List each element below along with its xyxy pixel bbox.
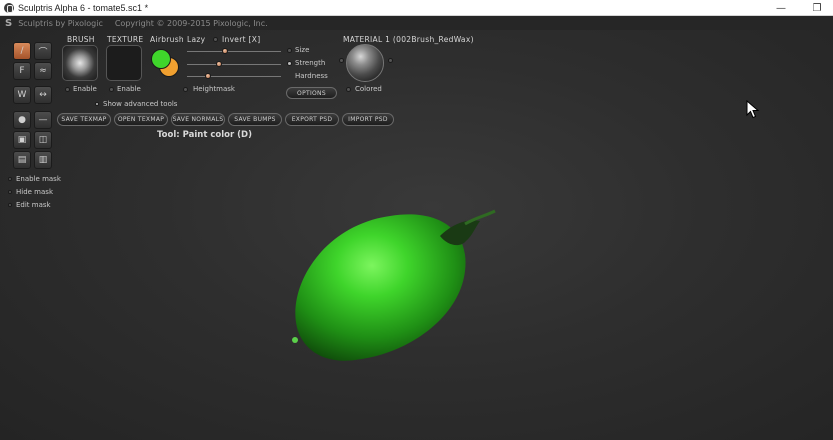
hardness-slider[interactable] xyxy=(187,73,281,79)
edit-mask-radio[interactable] xyxy=(8,203,12,207)
grab-tool-button[interactable]: ↔ xyxy=(34,86,52,104)
smooth-tool-button[interactable]: ≈ xyxy=(34,62,52,80)
hide-mask-label[interactable]: Hide mask xyxy=(16,188,53,196)
pinch-tool-button[interactable]: W xyxy=(13,86,31,104)
flip-tool-button[interactable]: ◫ xyxy=(34,131,52,149)
open-file-button[interactable]: ▤ xyxy=(13,151,31,169)
texture-enable-radio[interactable] xyxy=(109,87,114,92)
material-right-radio[interactable] xyxy=(388,58,393,63)
texture-enable-label: Enable xyxy=(117,85,141,93)
strength-label: Strength xyxy=(295,59,326,67)
tomato-mesh-model[interactable] xyxy=(280,196,520,376)
hide-mask-radio[interactable] xyxy=(8,190,12,194)
import-psd-button[interactable]: IMPORT PSD xyxy=(342,113,394,126)
save-texmap-button[interactable]: SAVE TEXMAP xyxy=(57,113,111,126)
app-name-label: Sculptris by Pixologic xyxy=(18,18,103,28)
brush-enable-label: Enable xyxy=(73,85,97,93)
copyright-label: Copyright © 2009-2015 Pixologic, Inc. xyxy=(114,18,268,28)
flip-icon: ◫ xyxy=(38,135,48,145)
sculptris-app-icon xyxy=(4,2,14,13)
draw-tool-button[interactable]: ∕ xyxy=(13,42,31,60)
crease-icon: ⌒ xyxy=(38,47,48,58)
enable-mask-radio[interactable] xyxy=(8,177,12,181)
paint-color-tool-button[interactable]: ● xyxy=(13,111,31,129)
primary-color-swatch[interactable] xyxy=(151,49,171,69)
heightmask-radio[interactable] xyxy=(183,87,188,92)
minimize-button[interactable]: — xyxy=(767,0,795,16)
bump-icon: — xyxy=(38,115,48,125)
save-normals-button[interactable]: SAVE NORMALS xyxy=(171,113,225,126)
material-left-radio[interactable] xyxy=(339,58,344,63)
mask-tool-button[interactable]: ▣ xyxy=(13,131,31,149)
texture-label: TEXTURE xyxy=(107,35,144,44)
open-texmap-button[interactable]: OPEN TEXMAP xyxy=(114,113,168,126)
sculpt-viewport[interactable]: S Sculptris by Pixologic Copyright © 200… xyxy=(0,16,833,440)
flatten-icon: F xyxy=(19,66,25,76)
colored-label: Colored xyxy=(355,85,382,93)
window-titlebar: Sculptris Alpha 6 - tomate5.sc1 * — ❐ xyxy=(0,0,833,16)
hardness-label: Hardness xyxy=(295,72,328,80)
show-advanced-label[interactable]: Show advanced tools xyxy=(103,100,177,108)
save-bumps-button[interactable]: SAVE BUMPS xyxy=(228,113,282,126)
texture-thumbnail[interactable] xyxy=(106,45,142,81)
lazy-label[interactable]: Lazy xyxy=(187,35,205,44)
current-tool-label: Tool: Paint color (D) xyxy=(157,130,252,140)
save-file-button[interactable]: ▥ xyxy=(34,151,52,169)
brush-thumbnail[interactable] xyxy=(62,45,98,81)
brush-enable-radio[interactable] xyxy=(65,87,70,92)
grab-icon: ↔ xyxy=(39,90,47,100)
material-sphere-thumbnail[interactable] xyxy=(346,44,384,82)
strength-slider-knob[interactable] xyxy=(216,61,223,67)
sculptris-logo-icon: S xyxy=(5,17,13,29)
edit-mask-label[interactable]: Edit mask xyxy=(16,201,51,209)
tomato-stem xyxy=(464,209,496,226)
tomato-tip xyxy=(292,337,298,343)
strength-slider[interactable] xyxy=(187,61,281,67)
window-title: Sculptris Alpha 6 - tomate5.sc1 * xyxy=(18,2,149,13)
show-advanced-radio[interactable] xyxy=(95,102,99,106)
pinch-icon: W xyxy=(17,90,27,100)
enable-mask-label[interactable]: Enable mask xyxy=(16,175,61,183)
invert-label[interactable]: Invert [X] xyxy=(222,35,260,44)
crease-tool-button[interactable]: ⌒ xyxy=(34,42,52,60)
brush-icon: ∕ xyxy=(20,46,24,56)
menu-strip: S Sculptris by Pixologic Copyright © 200… xyxy=(0,16,833,30)
colored-radio[interactable] xyxy=(346,87,351,92)
save-icon: ▥ xyxy=(38,155,48,165)
options-button[interactable]: OPTIONS xyxy=(286,87,337,99)
brush-label: BRUSH xyxy=(67,35,95,44)
tomato-body xyxy=(295,214,466,361)
mouse-pointer-icon xyxy=(746,100,760,119)
open-icon: ▤ xyxy=(17,155,27,165)
size-slider-knob[interactable] xyxy=(222,48,229,54)
hardness-slider-knob[interactable] xyxy=(204,73,211,79)
size-slider[interactable] xyxy=(187,48,281,54)
size-label: Size xyxy=(295,46,310,54)
strength-radio[interactable] xyxy=(287,61,292,66)
flatten-tool-button[interactable]: F xyxy=(13,62,31,80)
mask-icon: ▣ xyxy=(17,135,27,145)
invert-radio[interactable] xyxy=(213,37,218,42)
export-psd-button[interactable]: EXPORT PSD xyxy=(285,113,339,126)
size-radio[interactable] xyxy=(287,48,292,53)
material-label: MATERIAL 1 (002Brush_RedWax) xyxy=(343,35,474,44)
restore-button[interactable]: ❐ xyxy=(803,0,831,16)
paint-bump-tool-button[interactable]: — xyxy=(34,111,52,129)
paint-icon: ● xyxy=(18,115,26,125)
airbrush-label[interactable]: Airbrush xyxy=(150,35,184,44)
heightmask-label: Heightmask xyxy=(193,85,235,93)
smooth-icon: ≈ xyxy=(39,66,47,76)
